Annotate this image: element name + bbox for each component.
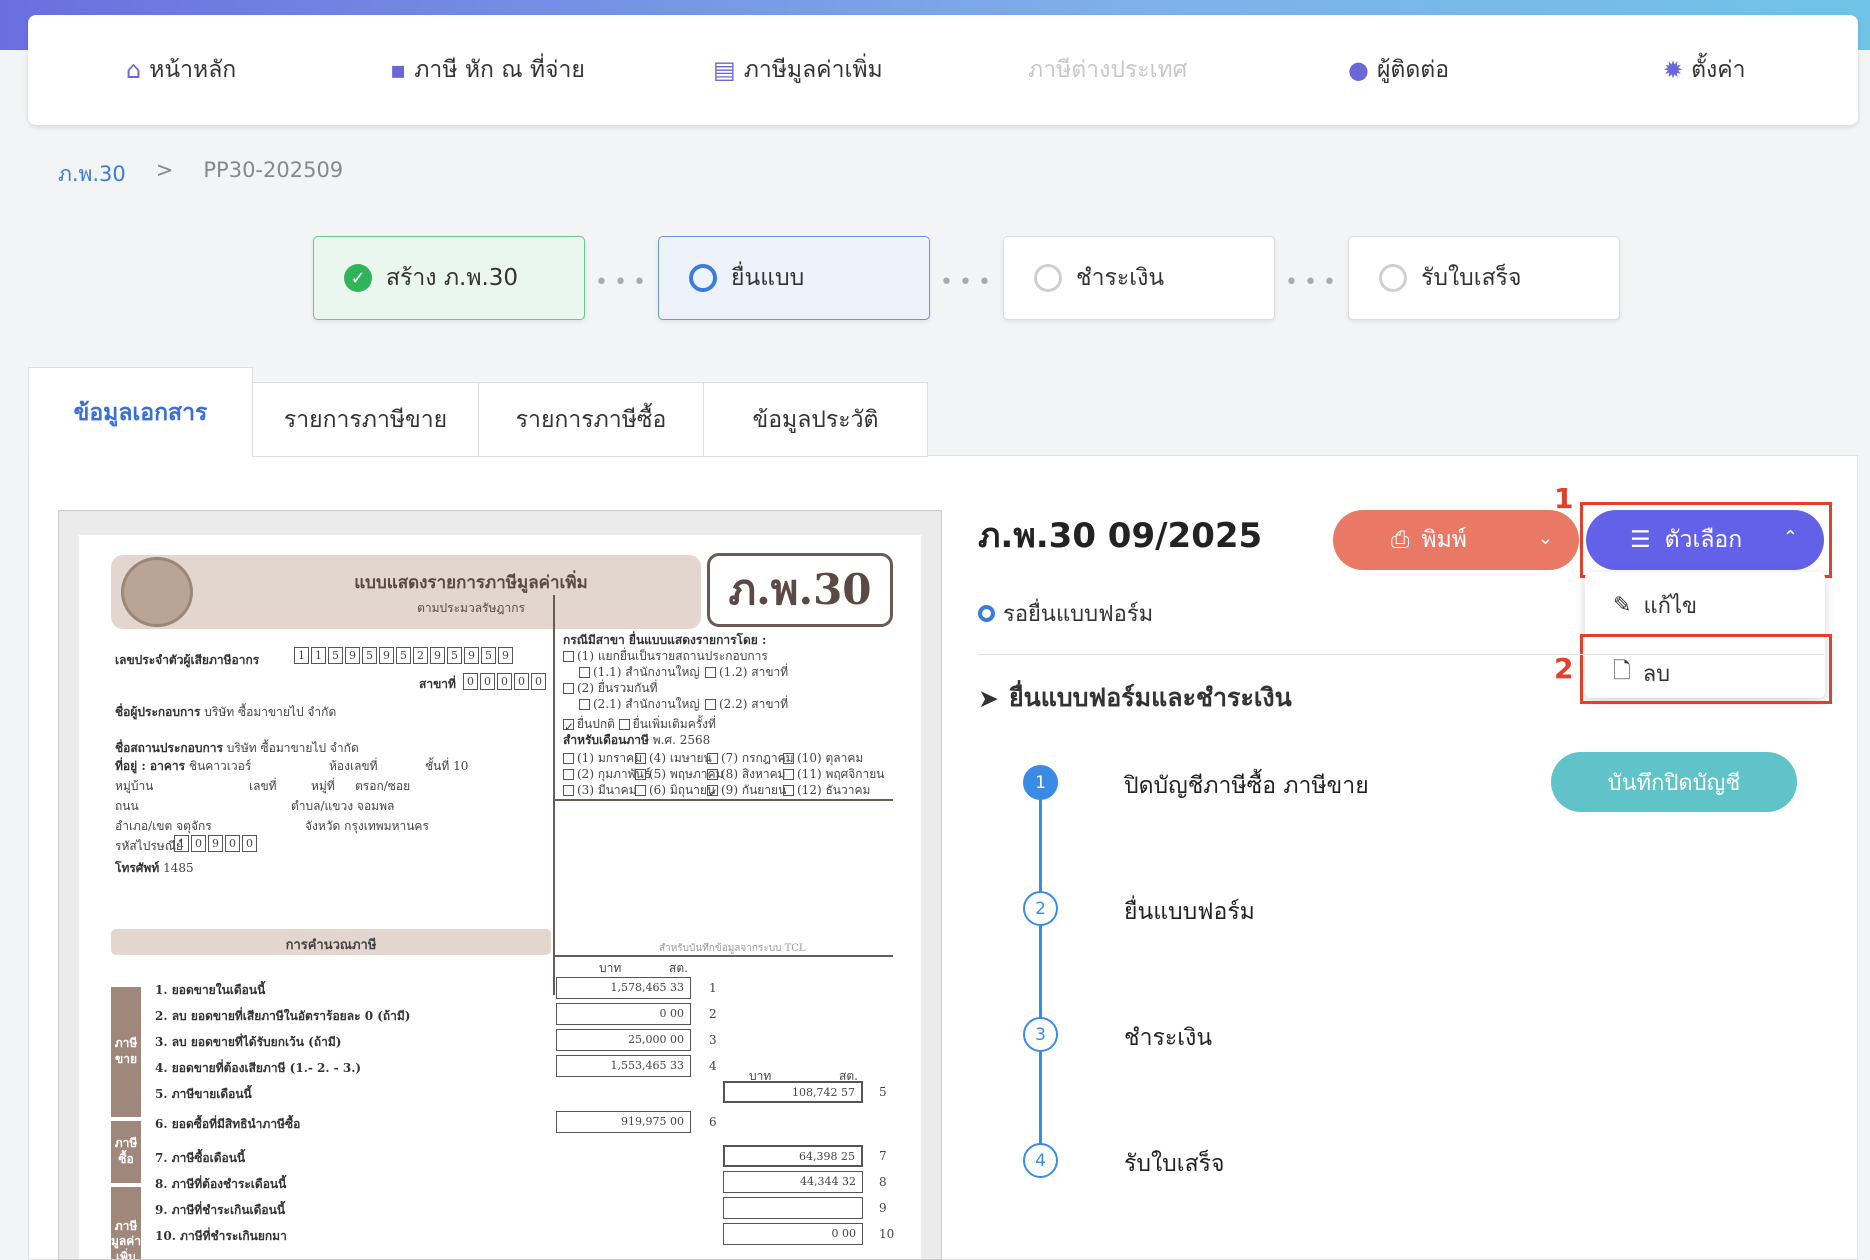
nav-vat[interactable]: ▤ ภาษีมูลค่าเพิ่ม	[713, 15, 883, 125]
breadcrumb-separator: >	[155, 158, 174, 182]
main-nav: ⌂ หน้าหลัก ▪ ภาษี หัก ณ ที่จ่าย ▤ ภาษีมูลค่…	[28, 15, 1858, 125]
circle-icon	[1034, 264, 1062, 292]
annotation-number: 1	[1554, 482, 1574, 515]
home-icon: ⌂	[126, 56, 142, 84]
filing-section-heading: ➤ ยื่นแบบฟอร์มและชำระเงิน	[978, 683, 1292, 713]
chevron-down-icon[interactable]: ⌄	[1538, 528, 1553, 549]
breadcrumb-root[interactable]: ภ.พ.30	[58, 158, 126, 191]
revenue-seal-icon	[121, 557, 193, 627]
document-title: ภ.พ.30 09/2025	[978, 516, 1263, 556]
step-file[interactable]: ยื่นแบบ	[658, 236, 930, 320]
timeline-step-label: ยื่นแบบฟอร์ม	[1124, 899, 1255, 925]
nav-wht[interactable]: ▪ ภาษี หัก ณ ที่จ่าย	[390, 15, 585, 125]
printer-icon: ⎙	[1391, 527, 1410, 553]
wallet-icon: ▪	[390, 56, 407, 84]
timeline-step-number: 2	[1023, 891, 1058, 926]
status-dot-icon	[978, 605, 995, 622]
print-button[interactable]: ⎙ พิมพ์ ⌄	[1333, 510, 1579, 570]
timeline-step-label: รับใบเสร็จ	[1124, 1151, 1225, 1177]
annotation-highlight	[1580, 634, 1832, 704]
status-indicator: รอยื่นแบบฟอร์ม	[978, 596, 1153, 631]
step-connector: •••	[595, 270, 652, 295]
menu-item-edit[interactable]: ✎ แก้ไข	[1613, 588, 1697, 623]
nav-home[interactable]: ⌂ หน้าหลัก	[126, 15, 236, 125]
annotation-number: 2	[1554, 652, 1574, 685]
nav-settings[interactable]: ✹ ตั้งค่า	[1663, 15, 1746, 125]
gear-icon: ✹	[1663, 56, 1684, 84]
breadcrumb-current: PP30-202509	[203, 158, 344, 182]
edit-icon: ✎	[1613, 593, 1632, 618]
timeline-step-number: 4	[1023, 1143, 1058, 1178]
timeline-line	[1039, 782, 1042, 1162]
document-icon: ▤	[713, 56, 736, 84]
circle-icon	[1379, 264, 1407, 292]
step-receipt[interactable]: รับใบเสร็จ	[1348, 236, 1620, 320]
step-create[interactable]: ✓ สร้าง ภ.พ.30	[313, 236, 585, 320]
nav-foreign: ภาษีต่างประเทศ	[1028, 57, 1188, 83]
tab-history[interactable]: ข้อมูลประวัติ	[703, 382, 928, 457]
tab-document-info[interactable]: ข้อมูลเอกสาร	[28, 367, 253, 457]
step-connector: •••	[1285, 270, 1342, 295]
close-accounts-button[interactable]: บันทึกปิดบัญชี	[1551, 752, 1797, 812]
pp30-form: แบบแสดงรายการภาษีมูลค่าเพิ่ม ตามประมวลรั…	[79, 535, 921, 1259]
timeline-step-label: ชำระเงิน	[1124, 1025, 1213, 1051]
tab-purchase-tax[interactable]: รายการภาษีซื้อ	[478, 382, 704, 457]
divider	[978, 654, 1824, 655]
tax-id-boxes: 1159595295959	[294, 647, 513, 664]
paper-plane-icon: ➤	[978, 683, 999, 713]
timeline-step-number: 3	[1023, 1017, 1058, 1052]
breadcrumb: ภ.พ.30 > PP30-202509	[58, 158, 343, 191]
step-payment[interactable]: ชำระเงิน	[1003, 236, 1275, 320]
timeline-step-label: ปิดบัญชีภาษีซื้อ ภาษีขาย	[1124, 773, 1369, 799]
annotation-highlight	[1580, 502, 1832, 578]
tab-sales-tax[interactable]: รายการภาษีขาย	[252, 382, 479, 457]
circle-icon	[689, 264, 717, 292]
user-icon: ●	[1348, 56, 1369, 84]
step-connector: •••	[940, 270, 997, 295]
document-preview[interactable]: แบบแสดงรายการภาษีมูลค่าเพิ่ม ตามประมวลรั…	[58, 510, 942, 1260]
timeline-step-number: 1	[1023, 765, 1058, 800]
check-circle-icon: ✓	[344, 264, 372, 292]
nav-contact[interactable]: ● ผู้ติดต่อ	[1348, 15, 1449, 125]
